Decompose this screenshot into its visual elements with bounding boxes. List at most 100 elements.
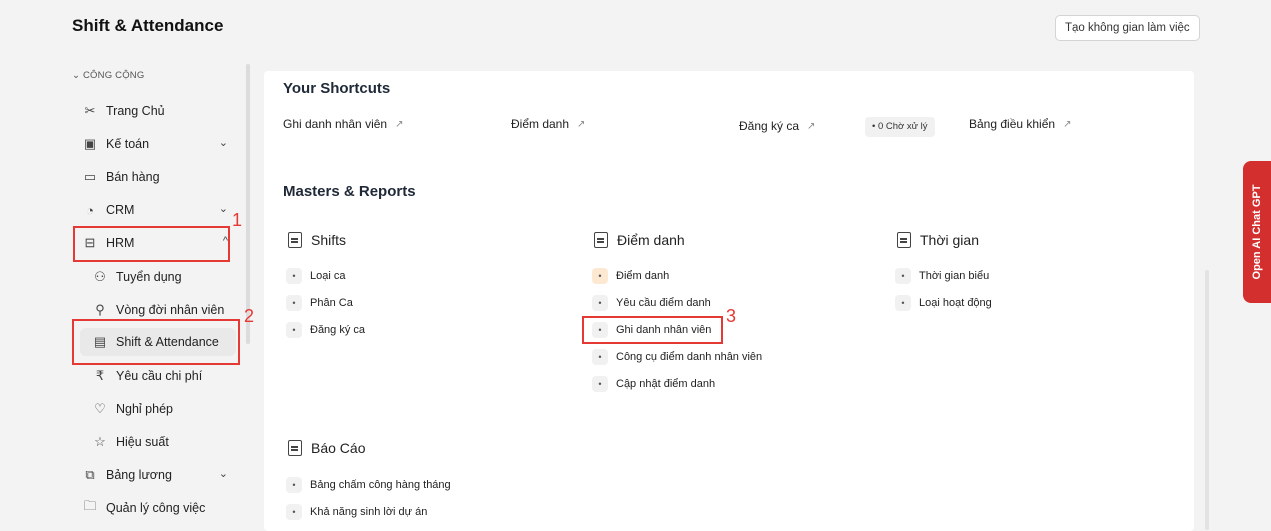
link-label: Đăng ký ca <box>310 324 366 336</box>
shortcuts-title: Your Shortcuts <box>283 80 391 97</box>
link-label: Loại ca <box>310 270 346 282</box>
document-icon <box>897 232 911 248</box>
bullet-icon: • <box>286 477 302 493</box>
shortcut-attendance[interactable]: Điểm danh ↗ <box>511 117 585 131</box>
sidebar-item-label: Kế toán <box>106 137 150 151</box>
bullet-icon: • <box>592 349 608 365</box>
sales-icon: ▭ <box>83 169 97 184</box>
card-title-reports: Báo Cáo <box>288 440 365 456</box>
document-icon <box>594 232 608 248</box>
link-label: Cập nhật điểm danh <box>616 378 716 390</box>
annotation-label-1: 1 <box>232 210 243 230</box>
masters-title: Masters & Reports <box>283 183 416 200</box>
tools-icon: ✂ <box>84 103 96 118</box>
link-shift-assignment[interactable]: • Phân Ca <box>286 293 353 313</box>
external-arrow-icon: ↗ <box>807 120 816 132</box>
sidebar-item-leave[interactable]: ♡ Nghỉ phép <box>72 395 236 423</box>
link-project-profitability[interactable]: • Khả năng sinh lời dự án <box>286 502 427 522</box>
external-arrow-icon: ↗ <box>395 118 404 130</box>
link-label: Công cụ điểm danh nhân viên <box>616 351 763 363</box>
sidebar-item-recruitment[interactable]: ⚇ Tuyển dụng <box>72 263 236 291</box>
create-workspace-button[interactable]: Tạo không gian làm việc <box>1055 15 1200 41</box>
sidebar-item-label: Bán hàng <box>106 170 160 184</box>
sidebar-item-payroll[interactable]: ⧉ Bảng lương ⌄ <box>72 461 236 489</box>
top-bar: Shift & Attendance Tạo không gian làm vi… <box>0 0 1271 60</box>
card-title-text: Điểm danh <box>617 232 685 248</box>
bullet-icon: • <box>895 268 911 284</box>
link-label: Loại hoạt động <box>919 297 992 309</box>
lifecycle-icon: ⚲ <box>95 302 105 317</box>
annotation-box-3 <box>582 316 723 344</box>
chevron-down-icon: ⌄ <box>218 468 228 480</box>
sidebar-item-label: Nghỉ phép <box>116 402 173 416</box>
link-label: Điểm danh <box>616 270 670 282</box>
main-panel: Your Shortcuts Ghi danh nhân viên ↗ Điểm… <box>264 71 1194 531</box>
sidebar-item-label: Trang Chủ <box>106 104 165 118</box>
link-label: Yêu cầu điểm danh <box>616 297 711 309</box>
chevron-down-icon: ⌄ <box>218 203 228 215</box>
sidebar-item-projects[interactable]: 🗀 Quản lý công việc <box>72 494 236 522</box>
link-label: Khả năng sinh lời dự án <box>310 506 428 518</box>
link-attendance-request[interactable]: • Yêu cầu điểm danh <box>592 293 711 313</box>
sidebar-item-expense-claim[interactable]: ₹ Yêu cầu chi phí <box>72 362 236 390</box>
link-label: Bảng chấm công hàng tháng <box>310 479 451 491</box>
sidebar-item-label: Tuyển dụng <box>116 270 182 284</box>
pending-count-badge: • 0 Chờ xử lý <box>865 117 935 137</box>
shortcut-label: Bảng điều khiển <box>969 117 1056 131</box>
shortcut-label: Điểm danh <box>511 117 570 131</box>
link-upload-attendance[interactable]: • Cập nhật điểm danh <box>592 374 715 394</box>
chat-gpt-tab[interactable]: Open AI Chat GPT <box>1243 161 1271 303</box>
sidebar-section-label[interactable]: ⌄ CÔNG CỘNG <box>72 70 144 81</box>
sidebar-item-sales[interactable]: ▭ Bán hàng <box>72 163 236 191</box>
chat-gpt-label: Open AI Chat GPT <box>1251 184 1263 280</box>
external-arrow-icon: ↗ <box>577 118 586 130</box>
bullet-icon: • <box>286 268 302 284</box>
main-scrollbar[interactable] <box>1205 270 1209 530</box>
payroll-icon: ⧉ <box>85 467 95 482</box>
shortcut-label: Ghi danh nhân viên <box>283 117 388 131</box>
expense-icon: ₹ <box>95 368 105 383</box>
bullet-icon: • <box>592 295 608 311</box>
document-icon <box>288 232 302 248</box>
shortcut-label: Đăng ký ca <box>739 119 800 133</box>
sidebar-item-label: Hiệu suất <box>116 435 169 449</box>
link-shift-request[interactable]: • Đăng ký ca <box>286 320 365 340</box>
sidebar-item-accounting[interactable]: ▣ Kế toán ⌄ <box>72 130 236 158</box>
annotation-box-1 <box>73 226 230 262</box>
bullet-icon: • <box>592 268 608 284</box>
card-title-time: Thời gian <box>897 232 979 248</box>
link-label: Phân Ca <box>310 297 353 309</box>
crm-icon: ◔ <box>86 202 94 218</box>
shortcut-shift-request[interactable]: Đăng ký ca ↗ <box>739 119 815 133</box>
link-employee-attendance-tool[interactable]: • Công cụ điểm danh nhân viên <box>592 347 762 367</box>
link-activity-type[interactable]: • Loại hoạt động <box>895 293 992 313</box>
link-timesheet[interactable]: • Thời gian biểu <box>895 266 989 286</box>
sidebar-item-label: CRM <box>106 203 135 217</box>
bullet-icon: • <box>286 295 302 311</box>
bullet-icon: • <box>895 295 911 311</box>
sidebar-item-label: Vòng đời nhân viên <box>116 303 225 317</box>
link-attendance[interactable]: • Điểm danh <box>592 266 669 286</box>
sidebar-item-home[interactable]: ✂ Trang Chủ <box>72 97 236 125</box>
chevron-down-icon: ⌄ <box>218 137 228 149</box>
annotation-label-3: 3 <box>726 306 737 326</box>
link-label: Thời gian biểu <box>919 270 990 282</box>
annotation-label-2: 2 <box>244 306 255 326</box>
recruit-icon: ⚇ <box>94 269 106 284</box>
sidebar-item-performance[interactable]: ☆ Hiệu suất <box>72 428 236 456</box>
sidebar-item-label: Bảng lương <box>106 468 172 482</box>
card-title-text: Shifts <box>311 232 347 248</box>
shortcut-employee-checkin[interactable]: Ghi danh nhân viên ↗ <box>283 117 403 131</box>
star-icon: ☆ <box>94 434 106 449</box>
link-shift-type[interactable]: • Loại ca <box>286 266 345 286</box>
sidebar-item-label: Quản lý công việc <box>106 501 206 515</box>
accounting-icon: ▣ <box>83 136 97 151</box>
shortcut-dashboard[interactable]: Bảng điều khiển ↗ <box>969 117 1071 131</box>
link-monthly-attendance-sheet[interactable]: • Bảng chấm công hàng tháng <box>286 475 451 495</box>
page-title: Shift & Attendance <box>72 16 224 35</box>
sidebar-item-crm[interactable]: ◔ CRM ⌄ <box>72 196 236 224</box>
annotation-box-2 <box>72 319 240 365</box>
card-title-text: Báo Cáo <box>311 440 366 456</box>
external-arrow-icon: ↗ <box>1063 118 1072 130</box>
leave-icon: ♡ <box>94 401 106 416</box>
